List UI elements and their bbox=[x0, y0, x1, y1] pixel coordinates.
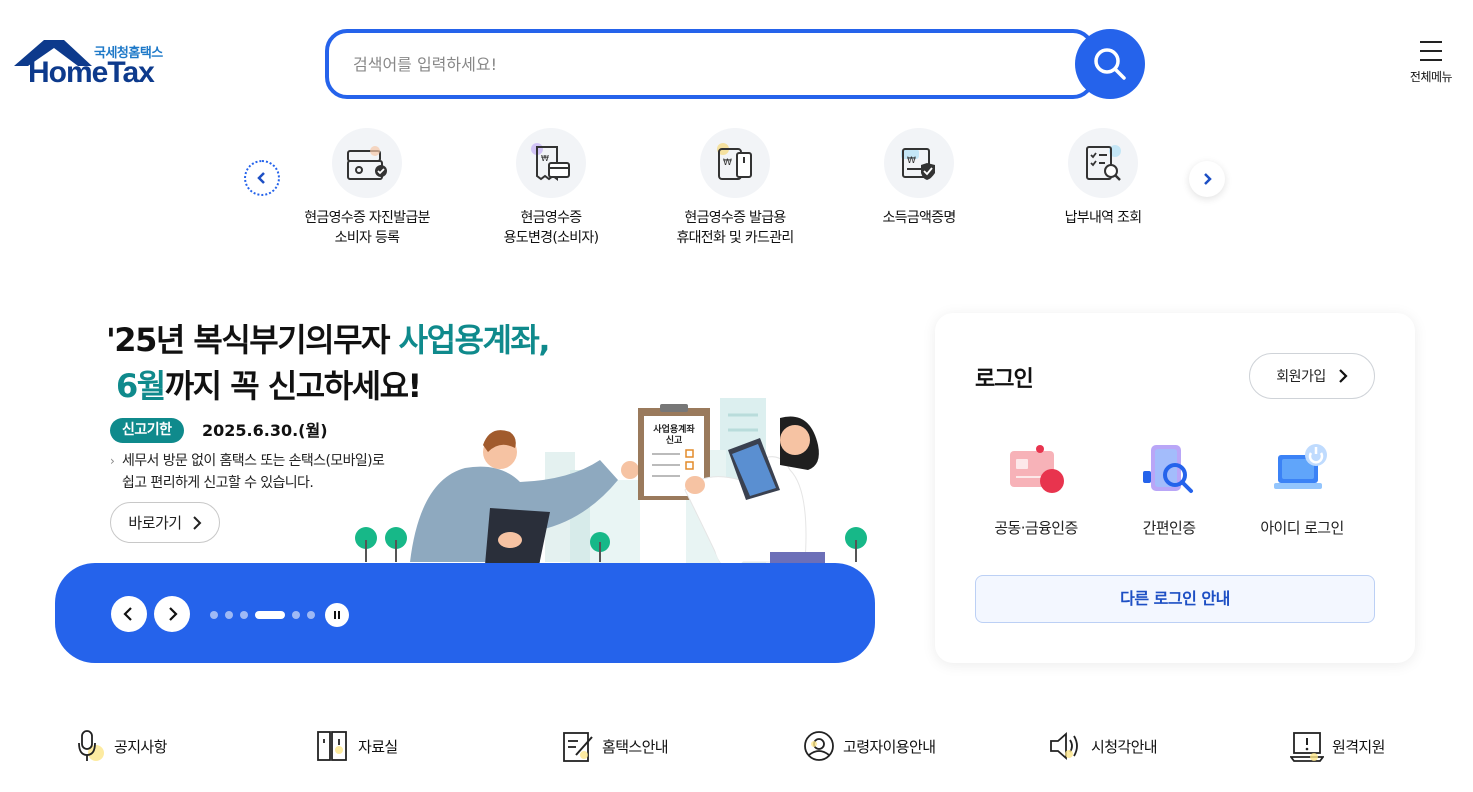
search-box bbox=[325, 29, 1095, 99]
senior-icon bbox=[804, 731, 834, 761]
receipt-change-icon: ₩ bbox=[516, 128, 586, 198]
search-icon bbox=[1094, 48, 1126, 80]
hamburger-icon bbox=[1420, 41, 1442, 61]
microphone-icon bbox=[78, 730, 104, 761]
goto-label: 바로가기 bbox=[128, 514, 182, 532]
banner-title-text: '25년 복식부기의무자 bbox=[106, 321, 399, 359]
bottom-link-label: 시청각안내 bbox=[1091, 737, 1158, 756]
quick-menu-item-receipt-register[interactable]: 현금영수증 자진발급분 소비자 등록 bbox=[275, 128, 459, 248]
chevron-right-icon bbox=[169, 607, 178, 621]
svg-text:₩: ₩ bbox=[907, 156, 916, 166]
quick-menu-label: 현금영수증 발급용 bbox=[684, 210, 786, 226]
chevron-right-icon bbox=[1204, 173, 1212, 185]
sign-up-label: 회원가입 bbox=[1276, 369, 1326, 385]
banner-next-button[interactable] bbox=[154, 596, 190, 632]
id-login-label: 아이디 로그인 bbox=[1260, 519, 1344, 537]
chevron-right-icon bbox=[192, 515, 202, 530]
simple-auth-login-option[interactable]: 간편인증 bbox=[1102, 441, 1236, 538]
speaker-icon bbox=[1050, 732, 1078, 760]
other-login-guide-button[interactable]: 다른 로그인 안내 bbox=[975, 575, 1375, 623]
certificate-icon bbox=[1010, 445, 1064, 493]
svg-text:₩: ₩ bbox=[541, 154, 549, 163]
banner-illustration: 사업용계좌 신고 bbox=[355, 398, 867, 580]
login-title: 로그인 bbox=[975, 367, 1034, 392]
deadline-date: 2025.6.30.(월) bbox=[202, 421, 328, 440]
banner-title-highlight: 사업용계좌, bbox=[398, 321, 551, 359]
guide-icon bbox=[563, 732, 593, 762]
banner-prev-button[interactable] bbox=[111, 596, 147, 632]
payment-history-icon bbox=[1068, 128, 1138, 198]
quick-menu-item-receipt-change[interactable]: ₩ 현금영수증 용도변경(소비자) bbox=[459, 128, 643, 248]
quick-menu-label: 휴대전화 및 카드관리 bbox=[676, 230, 794, 246]
bottom-link-label: 자료실 bbox=[358, 737, 398, 756]
quick-menu-label: 소득금액증명 bbox=[882, 210, 956, 226]
chevron-right-icon bbox=[1338, 369, 1348, 383]
simple-auth-label: 간편인증 bbox=[1142, 519, 1196, 537]
search-input[interactable] bbox=[353, 47, 1053, 81]
svg-text:₩: ₩ bbox=[723, 158, 732, 168]
logo-title: HomeTax bbox=[28, 56, 155, 89]
quick-menu-label: 현금영수증 bbox=[520, 210, 583, 226]
search-button[interactable] bbox=[1075, 29, 1145, 99]
arrow-right-icon: › bbox=[110, 454, 115, 468]
banner-title-highlight: 6월 bbox=[116, 367, 166, 405]
quick-menu-label: 소비자 등록 bbox=[334, 230, 400, 246]
clipboard-text: 신고 bbox=[666, 434, 683, 446]
bottom-link-remote-support[interactable]: 원격지원 bbox=[1290, 728, 1385, 764]
id-login-icon bbox=[1274, 444, 1327, 489]
quick-menu-label: 용도변경(소비자) bbox=[503, 230, 599, 246]
bottom-link-audiovisual[interactable]: 시청각안내 bbox=[1049, 728, 1158, 764]
sign-up-button[interactable]: 회원가입 bbox=[1249, 353, 1375, 399]
bottom-link-label: 원격지원 bbox=[1332, 737, 1385, 756]
phone-card-icon: ₩ bbox=[700, 128, 770, 198]
banner-desc-line: 쉽고 편리하게 신고할 수 있습니다. bbox=[122, 475, 314, 491]
slide-indicator[interactable] bbox=[307, 611, 315, 619]
quick-menu-label: 납부내역 조회 bbox=[1064, 210, 1143, 226]
deadline-badge: 신고기한 bbox=[110, 418, 184, 443]
quick-menu-label: 현금영수증 자진발급분 bbox=[304, 210, 430, 226]
income-certificate-icon: ₩ bbox=[884, 128, 954, 198]
quick-menu-next-button[interactable] bbox=[1189, 161, 1225, 197]
bottom-link-label: 고령자이용안내 bbox=[843, 737, 936, 756]
clipboard-text: 사업용계좌 bbox=[653, 423, 695, 435]
goto-button[interactable]: 바로가기 bbox=[110, 502, 220, 543]
certificate-login-option[interactable]: 공동·금융인증 bbox=[969, 441, 1103, 538]
remote-support-icon bbox=[1290, 732, 1324, 762]
slide-indicator[interactable] bbox=[210, 611, 218, 619]
quick-menu-item-payment-history[interactable]: 납부내역 조회 bbox=[1011, 128, 1195, 228]
id-login-option[interactable]: 아이디 로그인 bbox=[1235, 441, 1369, 538]
receipt-register-icon bbox=[332, 128, 402, 198]
quick-menu-item-phone-card[interactable]: ₩ 현금영수증 발급용 휴대전화 및 카드관리 bbox=[643, 128, 827, 248]
quick-menu-item-income-certificate[interactable]: ₩ 소득금액증명 bbox=[827, 128, 1011, 228]
all-menu-label: 전체메뉴 bbox=[1409, 70, 1453, 84]
simple-auth-icon bbox=[1143, 445, 1193, 493]
chevron-left-icon bbox=[123, 607, 132, 621]
login-panel: 로그인 회원가입 공동·금융인증 간편인증 아이디 로그인 다른 로그인 안내 bbox=[935, 313, 1415, 663]
certificate-login-label: 공동·금융인증 bbox=[994, 519, 1078, 537]
slide-indicator[interactable] bbox=[292, 611, 300, 619]
bottom-link-label: 홈택스안내 bbox=[602, 737, 669, 756]
all-menu-button[interactable]: 전체메뉴 bbox=[1400, 38, 1462, 94]
bottom-link-label: 공지사항 bbox=[114, 737, 167, 756]
bottom-link-guide[interactable]: 홈택스안내 bbox=[562, 728, 669, 764]
pause-icon bbox=[334, 611, 340, 619]
slide-indicator[interactable] bbox=[240, 611, 248, 619]
bottom-link-senior[interactable]: 고령자이용안내 bbox=[803, 728, 936, 764]
bottom-link-archive[interactable]: 자료실 bbox=[316, 728, 398, 764]
banner-pause-button[interactable] bbox=[325, 603, 349, 627]
archive-icon bbox=[317, 731, 347, 761]
chevron-left-icon bbox=[257, 172, 265, 184]
slide-indicator[interactable] bbox=[225, 611, 233, 619]
hometax-logo[interactable]: 국세청홈택스 HomeTax bbox=[14, 38, 179, 94]
slide-indicator-active[interactable] bbox=[255, 611, 285, 619]
bottom-link-notice[interactable]: 공지사항 bbox=[76, 728, 167, 764]
